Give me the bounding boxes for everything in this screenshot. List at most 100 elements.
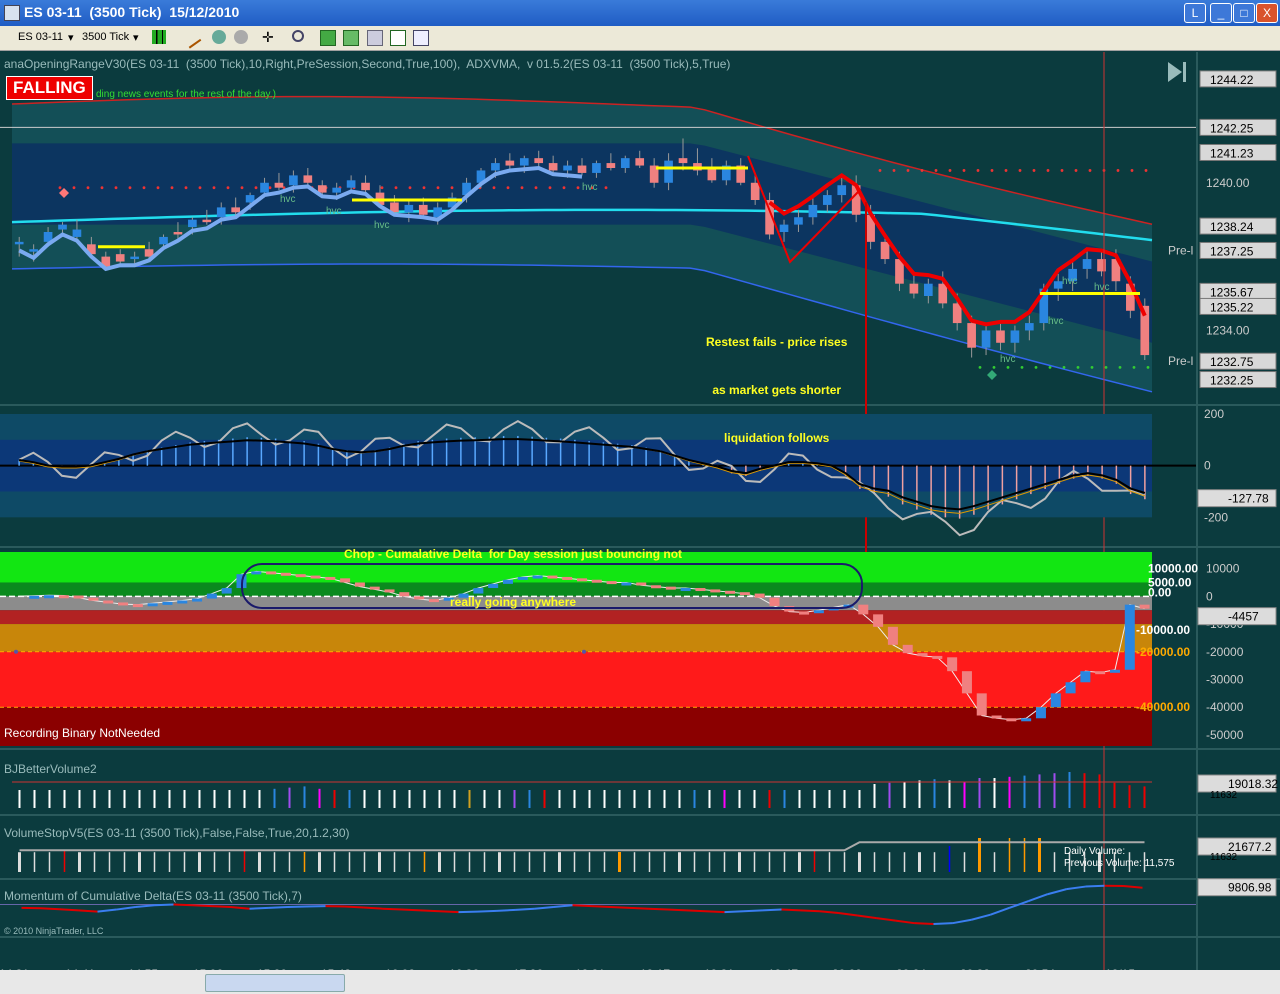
candle-body [534,158,544,164]
momentum-segment [629,906,649,910]
candle-body [231,207,240,213]
delta-candle [88,597,99,601]
oscillator-tick: 200 [1204,407,1224,421]
momentum-segment [420,909,440,913]
candle-body [159,236,168,245]
indicators-icon[interactable] [320,30,336,46]
delta-candle [739,592,750,596]
level-dot [878,169,882,172]
delta-candle [221,588,232,594]
level-dot [1004,169,1008,172]
level-dot [534,186,538,190]
level-dot [226,186,230,190]
hvc-label: hvc [1000,354,1016,365]
delta-candle [325,576,336,580]
delta-candle [58,595,69,599]
level-dot [128,186,132,190]
level-dot [394,186,398,190]
delta-candle [177,600,188,604]
level-dot [492,186,496,190]
momentum-segment [192,904,212,908]
level-dot [1144,169,1148,172]
level-dot [1006,365,1010,369]
level-dot [992,365,996,369]
annotation-line: Restest fails - price rises [706,335,848,349]
strategies-icon[interactable] [343,30,359,46]
delta-candle [295,574,306,578]
attach-icon[interactable] [212,30,226,44]
level-dot [604,186,608,190]
momentum-segment [40,907,60,911]
dollar-icon[interactable] [390,30,406,46]
price-label: 1244.22 [1210,73,1254,87]
maximize-button[interactable]: □ [1233,3,1255,23]
momentum-segment [59,908,79,912]
level-dot [1076,365,1080,369]
draw-tool-icon[interactable] [180,27,202,49]
level-dot [934,169,938,172]
annotation-line: as market gets shorter [712,383,842,397]
momentum-segment [344,905,364,909]
level-dot [1088,169,1092,172]
news-text: ding news events for the rest of the day… [96,89,276,100]
delta-candle [710,589,721,593]
level-dot [1118,365,1122,369]
momentum-segment [249,906,269,910]
oscillator-tick: -200 [1204,510,1228,524]
price-label: 1241.23 [1210,146,1254,160]
momentum-segment [800,909,820,913]
level-dot [1020,365,1024,369]
delta-candle [1021,718,1032,722]
delta-candle [902,644,913,654]
momentum-segment [933,922,953,926]
delta-level-label: -20000.00 [1136,645,1190,659]
candle-body [289,175,298,186]
link-button[interactable]: L [1184,3,1206,23]
candle-body [750,182,760,200]
data-box-icon[interactable] [413,30,429,46]
close-button[interactable]: X [1256,3,1278,23]
candle-body [996,330,1005,343]
level-dot [906,169,910,172]
delta-candle [192,598,203,602]
unattach-icon[interactable] [234,30,248,44]
momentum-segment [667,908,687,912]
momentum-segment [781,908,801,912]
marker-dot [14,649,18,654]
hvc-label: hvc [1094,282,1110,293]
candle-body [188,219,197,228]
candle-body [14,241,24,245]
delta-candle [251,571,262,575]
candle-body [837,185,847,196]
level-dot [990,169,994,172]
interval-selector[interactable]: 3500 Tick [82,31,129,43]
bar-style-icon[interactable] [152,30,166,44]
scrollbar-thumb[interactable] [205,974,345,992]
chart-area[interactable]: hvc hvc hvc hvc hvc hvc hvc hvc 1240.00 1234.00 12… [0,52,1280,994]
candle-body [274,182,284,188]
chevron-down-icon[interactable]: ▾ [68,31,74,44]
volumestop-second-value: 11632 [1210,852,1238,863]
zoom-icon[interactable] [292,30,304,42]
candle-body [1082,259,1092,269]
candle-body [794,217,803,225]
momentum-segment [401,908,421,912]
chevron-down-icon[interactable]: ▾ [133,31,139,44]
momentum-segment [724,910,744,914]
momentum-segment [287,905,307,908]
level-dot [1018,169,1022,172]
annotation-line: Chop - Cumalative Delta for Day session … [344,547,683,561]
delta-level-label: 0.00 [1148,585,1172,599]
candle-body [115,254,125,262]
instrument-selector[interactable]: ES 03-11 [18,31,63,43]
level-dot [1034,365,1038,369]
volume-value: 19018.32 [1228,777,1278,791]
candle-body [1097,259,1106,272]
level-dot [58,186,62,190]
momentum-segment [648,907,668,911]
horizontal-scrollbar[interactable] [0,970,1280,994]
crosshair-icon[interactable]: ✛ [262,30,276,44]
chart-properties-icon[interactable] [367,30,383,46]
minimize-button[interactable]: _ [1210,3,1232,23]
delta-candle [917,653,928,657]
